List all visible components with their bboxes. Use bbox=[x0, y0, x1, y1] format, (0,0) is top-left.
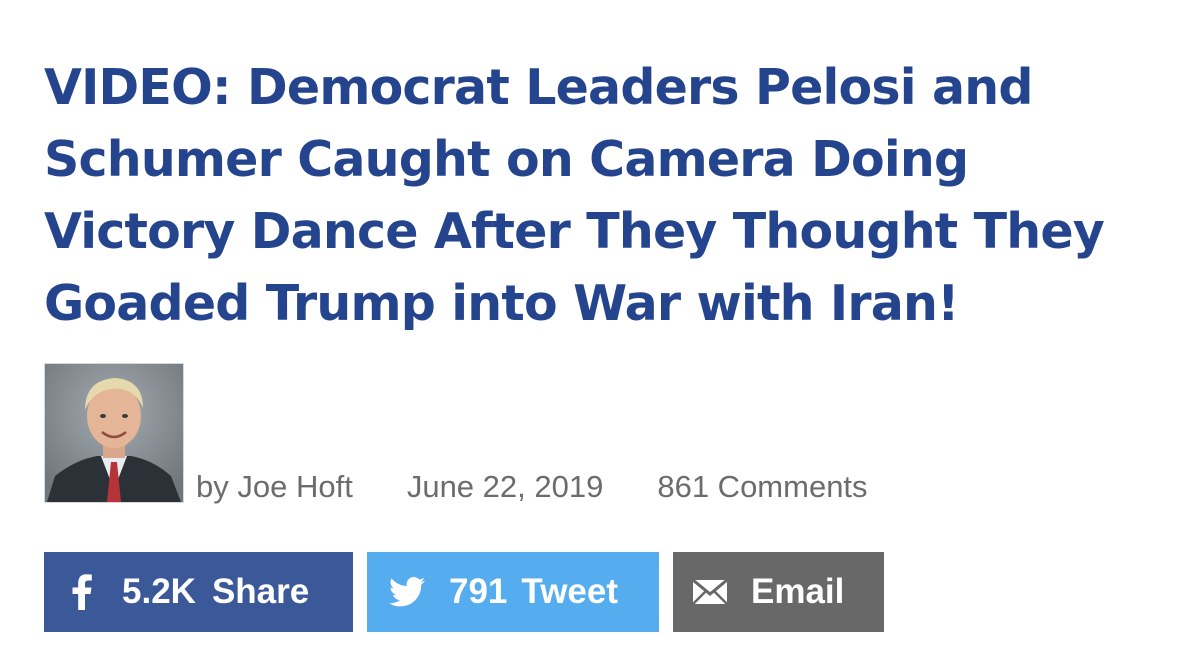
facebook-share-label: Share bbox=[211, 572, 310, 611]
facebook-share-button[interactable]: 5.2K Share bbox=[44, 552, 353, 632]
article-title: VIDEO: Democrat Leaders Pelosi and Schum… bbox=[44, 59, 1105, 332]
author-photo bbox=[45, 364, 183, 502]
author-link[interactable]: Joe Hoft bbox=[237, 469, 352, 504]
email-share-label: Email bbox=[751, 572, 845, 611]
byline-author: by Joe Hoft bbox=[196, 469, 353, 505]
envelope-icon bbox=[693, 580, 727, 604]
twitter-tweet-count: 791 bbox=[449, 572, 508, 611]
author-avatar[interactable] bbox=[44, 363, 184, 503]
twitter-bird-icon bbox=[389, 577, 425, 607]
article-byline: by Joe Hoft June 22, 2019 861 Comments bbox=[44, 363, 868, 505]
email-share-button[interactable]: Email bbox=[673, 552, 884, 632]
twitter-tweet-button[interactable]: 791 Tweet bbox=[367, 552, 659, 632]
share-bar: 5.2K Share 791 Tweet Email bbox=[44, 552, 884, 632]
comments-link[interactable]: 861 Comments bbox=[657, 469, 867, 505]
twitter-tweet-label: Tweet bbox=[521, 572, 618, 611]
byline-prefix: by bbox=[196, 469, 229, 504]
facebook-icon bbox=[72, 574, 92, 610]
publish-date: June 22, 2019 bbox=[406, 469, 604, 504]
facebook-share-count: 5.2K bbox=[122, 572, 196, 611]
